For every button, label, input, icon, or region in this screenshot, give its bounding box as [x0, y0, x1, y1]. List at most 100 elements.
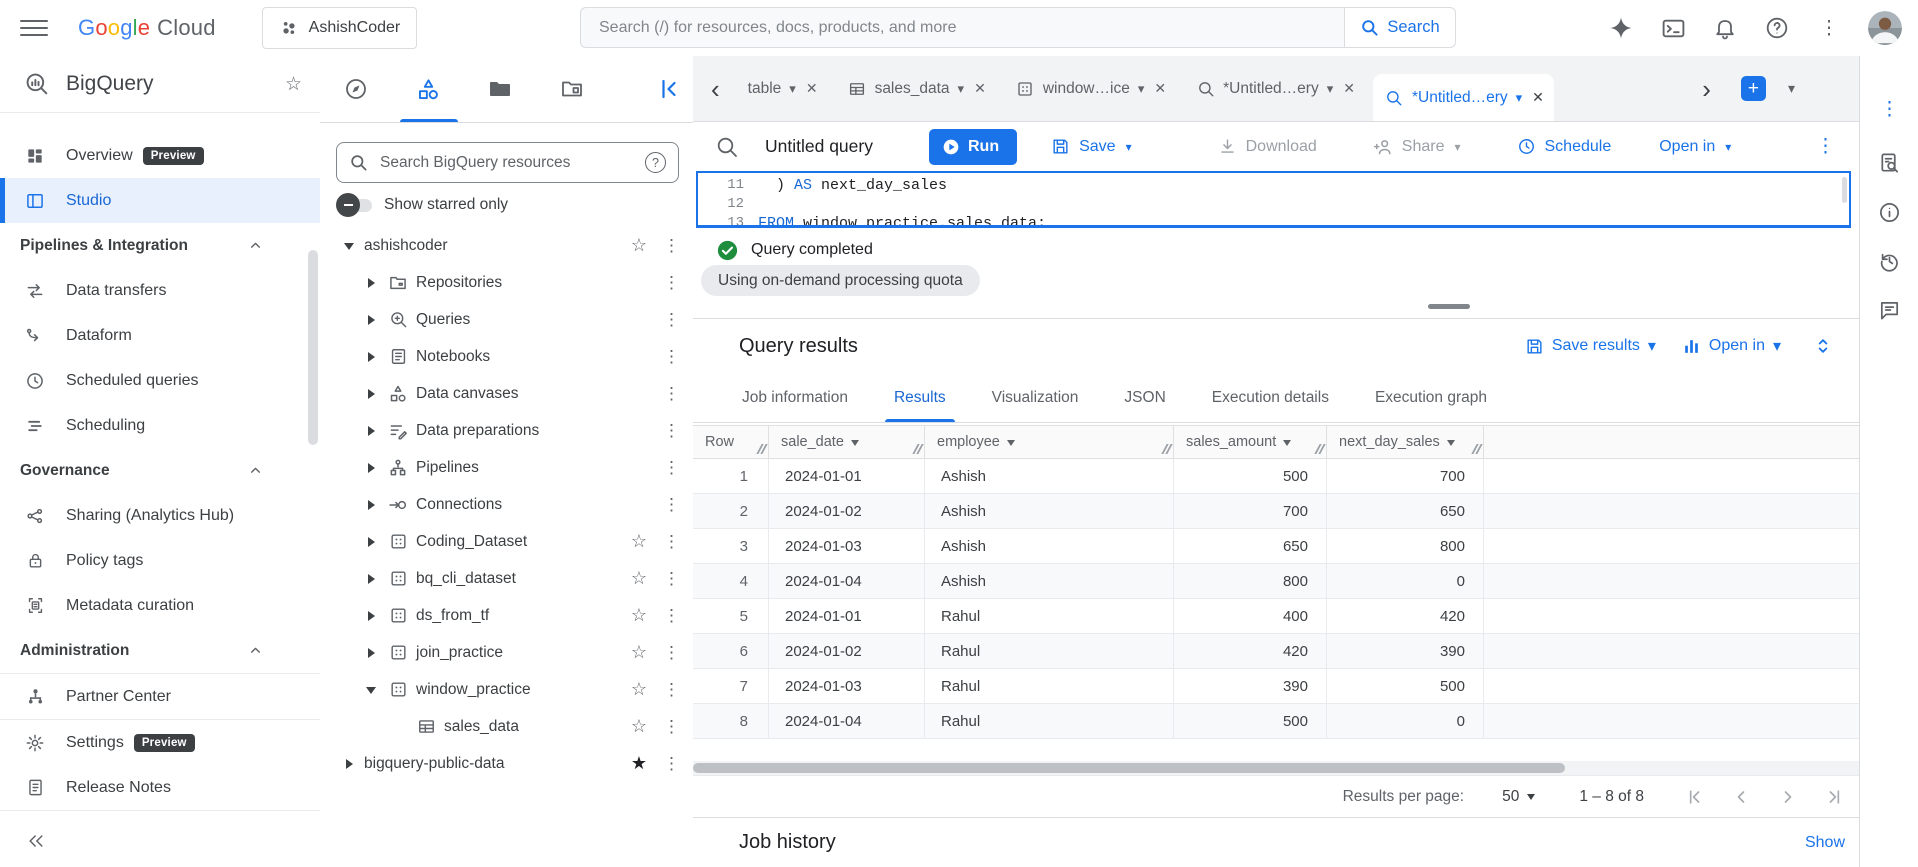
gemini-icon[interactable] [1608, 15, 1634, 41]
tab-results[interactable]: Results [871, 373, 969, 422]
global-search-field[interactable] [580, 7, 1344, 48]
tree-item-pipelines[interactable]: Pipelines ⋮ [320, 449, 693, 486]
editor-tab-sales-data[interactable]: sales_data ▾ ✕ [836, 68, 996, 110]
tabs-scroll-right-icon[interactable]: › [1694, 76, 1719, 102]
close-icon[interactable]: ✕ [1532, 89, 1544, 106]
explorer-search-box[interactable]: ? [336, 142, 679, 183]
close-icon[interactable]: ✕ [806, 80, 818, 97]
per-page-select[interactable]: 50 [1502, 788, 1536, 806]
collapse-panel-icon[interactable] [655, 76, 681, 102]
star-icon[interactable]: ☆ [631, 531, 647, 552]
feedback-icon[interactable] [1875, 295, 1905, 325]
table-row[interactable]: 8 2024-01-04 Rahul 500 0 [693, 704, 1859, 739]
menu-icon[interactable] [20, 14, 48, 42]
resize-handle-icon[interactable] [1471, 444, 1483, 455]
close-icon[interactable]: ✕ [974, 80, 986, 97]
caret-down-icon[interactable]: ▾ [1327, 81, 1334, 97]
sql-editor[interactable]: 11 ) AS next_day_sales 12 13 FROM window… [696, 171, 1851, 228]
schedule-button[interactable]: Schedule [1517, 137, 1611, 156]
caret-down-icon[interactable]: ▾ [958, 81, 965, 97]
sort-caret-icon[interactable] [1446, 439, 1455, 450]
resize-handle-icon[interactable] [756, 444, 768, 455]
more-options-icon[interactable]: ⋮ [663, 236, 680, 256]
tree-item-dataset[interactable]: bq_cli_dataset ☆ ⋮ [320, 560, 693, 597]
close-icon[interactable]: ✕ [1343, 80, 1355, 97]
global-search-input[interactable] [597, 17, 1328, 38]
notifications-icon[interactable] [1712, 15, 1738, 41]
tree-item-data-preparations[interactable]: Data preparations ⋮ [320, 412, 693, 449]
share-button[interactable]: Share ▾ [1373, 137, 1461, 157]
more-options-icon[interactable]: ⋮ [1816, 15, 1842, 41]
nav-item-metadata-curation[interactable]: Metadata curation [0, 583, 320, 628]
chevron-right-icon[interactable] [364, 351, 378, 362]
column-header-next-day-sales[interactable]: next_day_sales [1327, 426, 1484, 458]
nav-item-dataform[interactable]: Dataform [0, 313, 320, 358]
project-selector[interactable]: AshishCoder [261, 7, 418, 49]
star-icon[interactable]: ☆ [631, 716, 647, 737]
column-header-sale-date[interactable]: sale_date [769, 426, 925, 458]
tab-json[interactable]: JSON [1101, 373, 1188, 422]
tree-item-project[interactable]: ashishcoder ☆ ⋮ [320, 227, 693, 264]
tree-item-queries[interactable]: Queries ⋮ [320, 301, 693, 338]
tree-item-dataset[interactable]: Coding_Dataset ☆ ⋮ [320, 523, 693, 560]
sort-caret-icon[interactable] [1006, 439, 1015, 450]
explorer-compass-icon[interactable] [343, 76, 369, 102]
nav-scrollbar[interactable] [308, 250, 318, 445]
more-options-icon[interactable]: ⋮ [663, 384, 680, 404]
more-options-icon[interactable]: ⋮ [1816, 135, 1835, 158]
editor-tab-window-practice[interactable]: window…ice ▾ ✕ [1004, 68, 1176, 110]
tabs-scroll-left-icon[interactable]: ‹ [703, 76, 728, 102]
chevron-right-icon[interactable] [364, 647, 378, 658]
tree-item-dataset[interactable]: ds_from_tf ☆ ⋮ [320, 597, 693, 634]
table-row[interactable]: 2 2024-01-02 Ashish 700 650 [693, 494, 1859, 529]
explorer-search-input[interactable] [378, 152, 635, 173]
save-results-button[interactable]: Save results ▾ [1525, 336, 1656, 356]
tree-item-dataset[interactable]: join_practice ☆ ⋮ [320, 634, 693, 671]
editor-tab-table[interactable]: table ▾ ✕ [736, 68, 828, 110]
explorer-shapes-icon[interactable] [415, 76, 441, 102]
chevron-right-icon[interactable] [342, 758, 356, 769]
global-search-button[interactable]: Search [1344, 7, 1456, 48]
info-icon[interactable] [1875, 197, 1905, 227]
star-icon[interactable]: ☆ [631, 568, 647, 589]
table-row[interactable]: 1 2024-01-01 Ashish 500 700 [693, 459, 1859, 494]
chevron-right-icon[interactable] [364, 388, 378, 399]
open-in-button[interactable]: Open in ▾ [1659, 138, 1731, 156]
table-row[interactable]: 6 2024-01-02 Rahul 420 390 [693, 634, 1859, 669]
google-cloud-logo[interactable]: Google Cloud [78, 15, 216, 41]
chevron-down-icon[interactable] [342, 237, 356, 255]
more-options-icon[interactable]: ⋮ [663, 680, 680, 700]
star-filled-icon[interactable]: ★ [631, 753, 647, 774]
more-options-icon[interactable]: ⋮ [663, 310, 680, 330]
nav-section-pipelines[interactable]: Pipelines & Integration [0, 223, 320, 268]
star-icon[interactable]: ☆ [285, 73, 302, 96]
resize-handle-icon[interactable] [1161, 444, 1173, 455]
resize-handle-icon[interactable] [912, 444, 924, 455]
nav-item-sharing[interactable]: Sharing (Analytics Hub) [0, 493, 320, 538]
star-icon[interactable]: ☆ [631, 235, 647, 256]
nav-item-overview[interactable]: Overview Preview [0, 133, 320, 178]
chevron-right-icon[interactable] [364, 499, 378, 510]
next-page-icon[interactable] [1778, 787, 1798, 807]
tab-execution-details[interactable]: Execution details [1189, 373, 1352, 422]
more-options-icon[interactable]: ⋮ [1875, 94, 1905, 124]
nav-item-partner-center[interactable]: Partner Center [0, 674, 320, 719]
scrollbar-thumb[interactable] [693, 763, 1565, 773]
caret-down-icon[interactable]: ▾ [1138, 81, 1145, 97]
doc-search-icon[interactable] [1875, 148, 1905, 178]
chevron-right-icon[interactable] [364, 462, 378, 473]
chevron-right-icon[interactable] [364, 610, 378, 621]
resize-handle[interactable] [1428, 304, 1470, 309]
save-button[interactable]: Save ▾ [1051, 137, 1132, 156]
caret-down-icon[interactable]: ▾ [1516, 90, 1523, 106]
search-help-icon[interactable]: ? [645, 152, 666, 173]
chevron-down-icon[interactable] [364, 681, 378, 699]
column-header-employee[interactable]: employee [925, 426, 1174, 458]
nav-item-release-notes[interactable]: Release Notes [0, 765, 320, 810]
tree-item-notebooks[interactable]: Notebooks ⋮ [320, 338, 693, 375]
history-icon[interactable] [1875, 246, 1905, 276]
add-tab-button[interactable]: + [1740, 76, 1766, 101]
tab-visualization[interactable]: Visualization [969, 373, 1102, 422]
cloud-shell-icon[interactable] [1660, 15, 1686, 41]
nav-item-settings[interactable]: Settings Preview [0, 720, 320, 765]
